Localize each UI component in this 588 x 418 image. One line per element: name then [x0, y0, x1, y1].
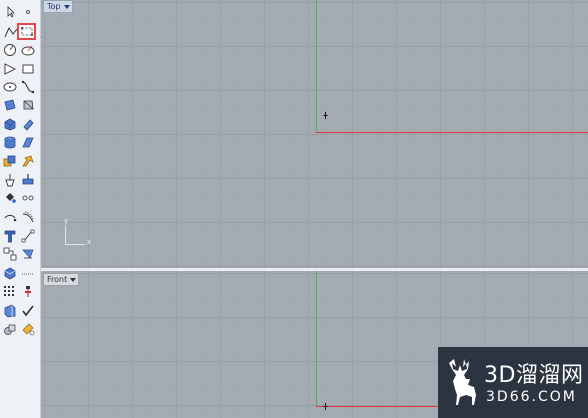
axis-gizmo: y x	[63, 217, 99, 250]
x-axis-line	[316, 132, 588, 133]
watermark-logo: 3D溜溜网 3D66.COM	[438, 347, 588, 418]
gumball-icon[interactable]	[20, 284, 36, 300]
grid-icon[interactable]	[20, 265, 36, 281]
rotate-icon[interactable]	[2, 209, 18, 225]
top-viewport[interactable]: Top y x	[41, 0, 588, 268]
curve-icon[interactable]	[20, 79, 36, 95]
material-icon[interactable]	[20, 321, 36, 337]
mesh-icon[interactable]	[2, 265, 18, 281]
trim-icon[interactable]	[20, 172, 36, 188]
point-icon[interactable]	[20, 4, 36, 20]
viewport-title: Top	[47, 2, 61, 11]
arc-icon[interactable]	[20, 42, 36, 58]
ellipse-icon[interactable]	[2, 79, 18, 95]
polygon-icon[interactable]	[2, 61, 18, 77]
paint-bucket-icon[interactable]	[2, 190, 18, 206]
z-axis-line	[316, 271, 317, 407]
chevron-down-icon[interactable]	[63, 4, 70, 9]
fillet-icon[interactable]	[20, 153, 36, 169]
surface-tools-icon[interactable]	[2, 321, 18, 337]
array-icon[interactable]	[2, 284, 18, 300]
rectangle-icon[interactable]	[17, 23, 36, 40]
viewport-title: Front	[47, 275, 68, 284]
revolve-icon[interactable]	[20, 97, 36, 113]
circle-icon[interactable]	[2, 42, 18, 58]
watermark-title: 3D溜溜网	[484, 363, 584, 388]
extrude-icon[interactable]	[2, 134, 18, 150]
sweep-icon[interactable]	[20, 134, 36, 150]
cursor-marker-icon	[323, 403, 328, 410]
viewport-tab-front[interactable]: Front	[43, 273, 80, 286]
viewport-tab-top[interactable]: Top	[43, 0, 73, 13]
rectangle-center-icon[interactable]	[20, 61, 36, 77]
gizmo-x-label: x	[87, 238, 92, 246]
check-icon[interactable]	[20, 303, 36, 319]
split-icon[interactable]	[2, 172, 18, 188]
gizmo-y-label: y	[64, 217, 69, 225]
chevron-down-icon[interactable]	[70, 277, 77, 282]
dimension-icon[interactable]	[20, 228, 36, 244]
box-icon[interactable]	[2, 116, 18, 132]
group-icon[interactable]	[2, 246, 18, 262]
y-axis-line	[316, 0, 317, 133]
layer-icon[interactable]	[20, 246, 36, 262]
deer-logo-icon	[449, 359, 476, 405]
cylinder-icon[interactable]	[20, 116, 36, 132]
render-icon[interactable]	[2, 303, 18, 319]
blend-curve-icon[interactable]	[20, 209, 36, 225]
boolean-icon[interactable]	[2, 153, 18, 169]
watermark-url: 3D66.COM	[486, 389, 577, 405]
surface-corner-icon[interactable]	[2, 97, 18, 113]
light-icon[interactable]	[20, 190, 36, 206]
left-toolbar	[0, 0, 41, 418]
cursor-marker-icon	[323, 112, 328, 119]
select-arrow-icon[interactable]	[3, 4, 19, 20]
text-icon[interactable]	[2, 228, 18, 244]
